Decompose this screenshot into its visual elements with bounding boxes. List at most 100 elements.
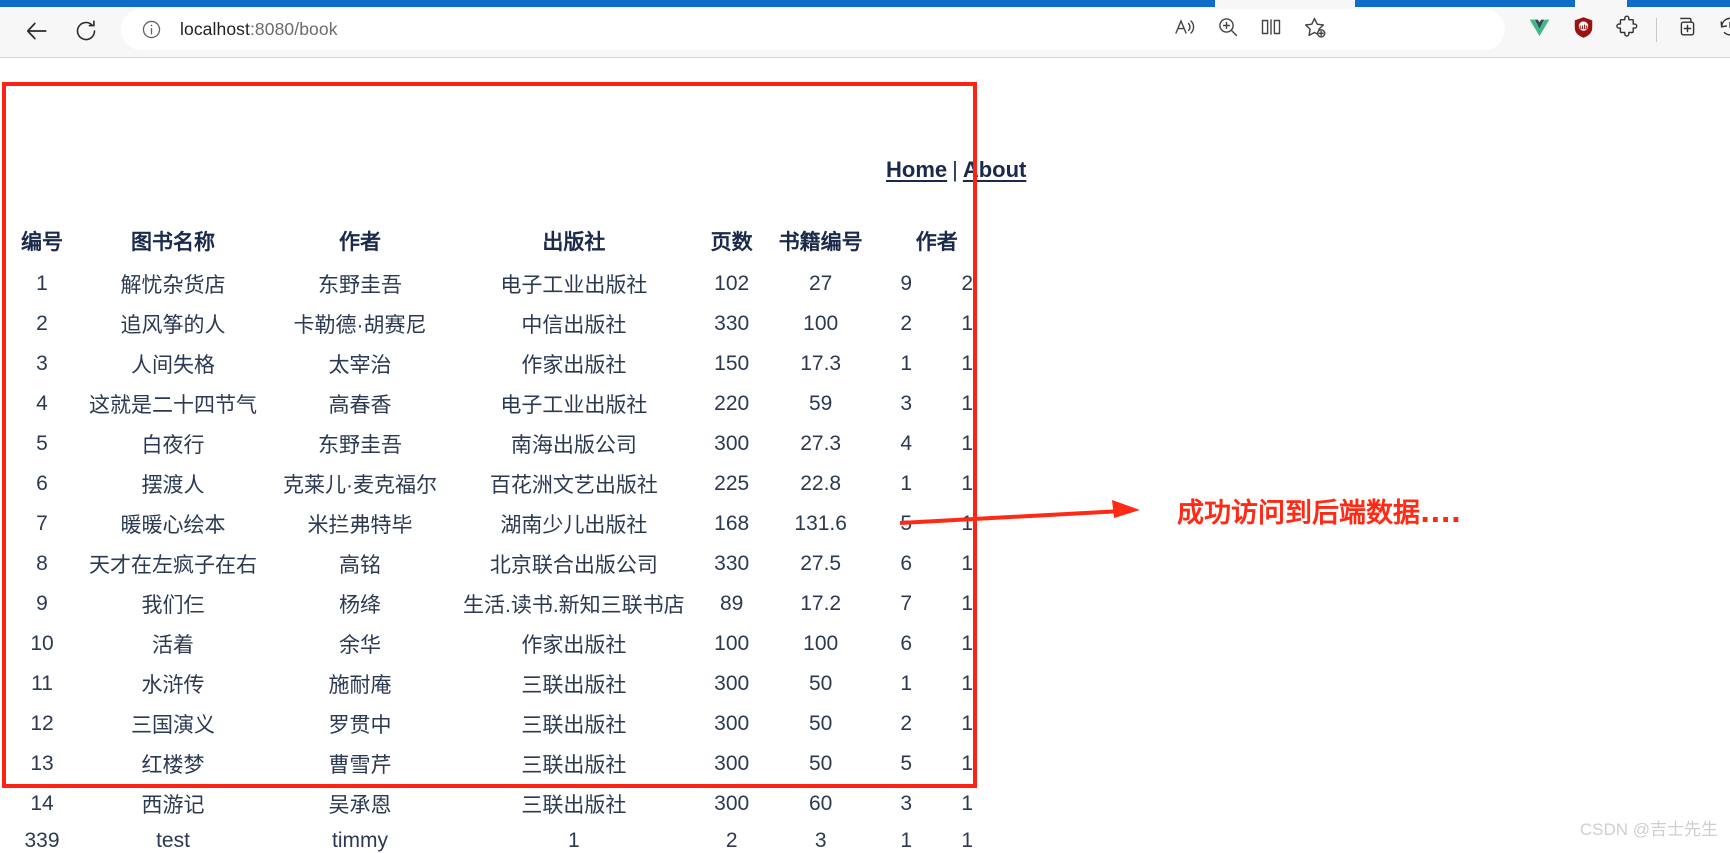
cell-author2: 2	[900, 312, 913, 335]
reload-button[interactable]	[67, 12, 105, 50]
csdn-watermark: CSDN @吉士先生	[1579, 820, 1718, 839]
cell-author2: 3	[900, 792, 913, 815]
table-row: 10 活着 余华 作家出版社 100 100 6 1	[8, 624, 998, 664]
url-path: :8080/book	[249, 19, 338, 39]
cell-title: 西游记	[141, 794, 205, 817]
column-header-pages: 页数	[710, 231, 753, 254]
cell-book-number: 27.3	[800, 432, 842, 455]
cell-publisher: 三联出版社	[521, 714, 627, 737]
cell-publisher: 1	[567, 829, 580, 852]
cell-book-number: 100	[803, 632, 839, 655]
cell-extra: 1	[961, 512, 974, 535]
split-screen-button[interactable]	[1251, 12, 1291, 48]
titlebar-strip	[0, 0, 1730, 7]
add-favorite-icon	[1302, 15, 1327, 45]
read-aloud-icon	[1173, 15, 1197, 44]
cell-pages: 102	[714, 272, 750, 295]
cell-extra: 1	[961, 752, 974, 775]
cell-author2: 5	[900, 752, 913, 775]
add-favorite-button[interactable]	[1294, 12, 1334, 48]
cell-title: 活着	[152, 634, 194, 657]
cell-title: 解忧杂货店	[120, 274, 226, 297]
cell-book-number: 131.6	[794, 512, 847, 535]
vue-devtools-button[interactable]	[1518, 11, 1560, 49]
cell-publisher: 生活.读书.新知三联书店	[463, 594, 685, 617]
cell-publisher: 电子工业出版社	[500, 394, 648, 417]
address-bar-actions	[1165, 9, 1334, 50]
cell-author: 曹雪芹	[328, 754, 392, 777]
column-header-publisher: 出版社	[542, 231, 606, 254]
table-row: 2 追风筝的人 卡勒德·胡赛尼 中信出版社 330 100 2 1	[8, 304, 998, 344]
cell-author: 高春香	[328, 394, 392, 417]
cell-author: 吴承恩	[328, 794, 392, 817]
extensions-button[interactable]	[1606, 11, 1648, 49]
cell-extra: 1	[961, 632, 974, 655]
cell-pages: 330	[714, 552, 750, 575]
book-table-body: 1 解忧杂货店 东野圭吾 电子工业出版社 102 27 9 2 2 追风筝的人 卡勒德·胡赛尼 中信出…	[8, 264, 998, 853]
cell-publisher: 百花洲文艺出版社	[489, 474, 658, 497]
table-row: 12 三国演义 罗贯中 三联出版社 300 50 2 1	[8, 704, 998, 744]
cell-title: 白夜行	[141, 434, 205, 457]
cell-author2: 6	[900, 552, 913, 575]
cell-id: 3	[36, 352, 48, 375]
cell-book-number: 50	[808, 752, 833, 775]
table-row: 13 红楼梦 曹雪芹 三联出版社 300 50 5 1	[8, 744, 998, 784]
cell-id: 10	[30, 632, 54, 655]
cell-author: 太宰治	[328, 354, 392, 377]
cell-book-number: 100	[803, 312, 839, 335]
book-table: 编号 图书名称 作者 出版社 页数 书籍编号 作者 1 解忧杂货店 东野圭吾 电子工业…	[8, 224, 998, 853]
back-button[interactable]	[18, 12, 56, 50]
read-aloud-button[interactable]	[1165, 12, 1205, 48]
cell-author: 罗贯中	[328, 714, 392, 737]
cell-author2: 2	[900, 712, 913, 735]
page-viewport: Home | About 编号 图书名称 作者 出版社 页数 书籍编号 作者 1 解忧…	[0, 59, 1730, 853]
cell-author2: 1	[900, 352, 913, 375]
cell-id: 4	[36, 392, 48, 415]
cell-extra: 1	[961, 352, 974, 375]
nav-separator: |	[952, 157, 958, 182]
cell-id: 9	[36, 592, 48, 615]
cell-id: 5	[36, 432, 48, 455]
cell-pages: 220	[714, 392, 750, 415]
cell-author: 克莱儿·麦克福尔	[283, 474, 437, 497]
nav-link-home[interactable]: Home	[886, 157, 947, 182]
cell-extra: 1	[961, 432, 974, 455]
cell-book-number: 59	[808, 392, 833, 415]
url-host: localhost	[180, 19, 250, 39]
column-header-book-number: 书籍编号	[778, 231, 863, 254]
zoom-button[interactable]	[1208, 12, 1248, 48]
ublock-origin-button[interactable]: ub	[1562, 11, 1604, 49]
column-header-id: 编号	[21, 231, 63, 254]
cell-publisher: 湖南少儿出版社	[500, 514, 648, 537]
cell-extra: 1	[961, 552, 974, 575]
cell-author: 余华	[339, 634, 381, 657]
nav-link-about[interactable]: About	[963, 157, 1027, 182]
extension-toolbar: ub	[1518, 9, 1730, 50]
cell-title: 人间失格	[131, 354, 215, 377]
cell-pages: 150	[714, 352, 750, 375]
table-header-row: 编号 图书名称 作者 出版社 页数 书籍编号 作者	[8, 224, 998, 264]
table-row: 1 解忧杂货店 东野圭吾 电子工业出版社 102 27 9 2	[8, 264, 998, 304]
info-circle-icon[interactable]	[140, 19, 162, 41]
titlebar-notch	[1215, 0, 1355, 7]
cell-publisher: 中信出版社	[521, 314, 627, 337]
cell-book-number: 17.2	[800, 592, 842, 615]
cell-pages: 225	[714, 472, 750, 495]
history-button[interactable]	[1709, 11, 1730, 49]
cell-book-number: 27	[808, 272, 833, 295]
add-to-collection-button[interactable]	[1665, 11, 1707, 49]
cell-book-number: 17.3	[800, 352, 842, 375]
cell-author2: 1	[900, 472, 913, 495]
cell-book-number: 60	[808, 792, 833, 815]
cell-extra: 1	[961, 312, 974, 335]
cell-author2: 3	[900, 392, 913, 415]
cell-id: 13	[30, 752, 54, 775]
cell-author: 高铭	[339, 554, 381, 577]
cell-pages: 300	[714, 752, 750, 775]
cell-author2: 4	[900, 432, 913, 455]
cell-title: 红楼梦	[141, 754, 205, 777]
cell-pages: 330	[714, 312, 750, 335]
cell-author: 杨绛	[339, 594, 381, 617]
cell-author2: 1	[900, 672, 913, 695]
browser-chrome: localhost:8080/book ub	[0, 0, 1730, 58]
